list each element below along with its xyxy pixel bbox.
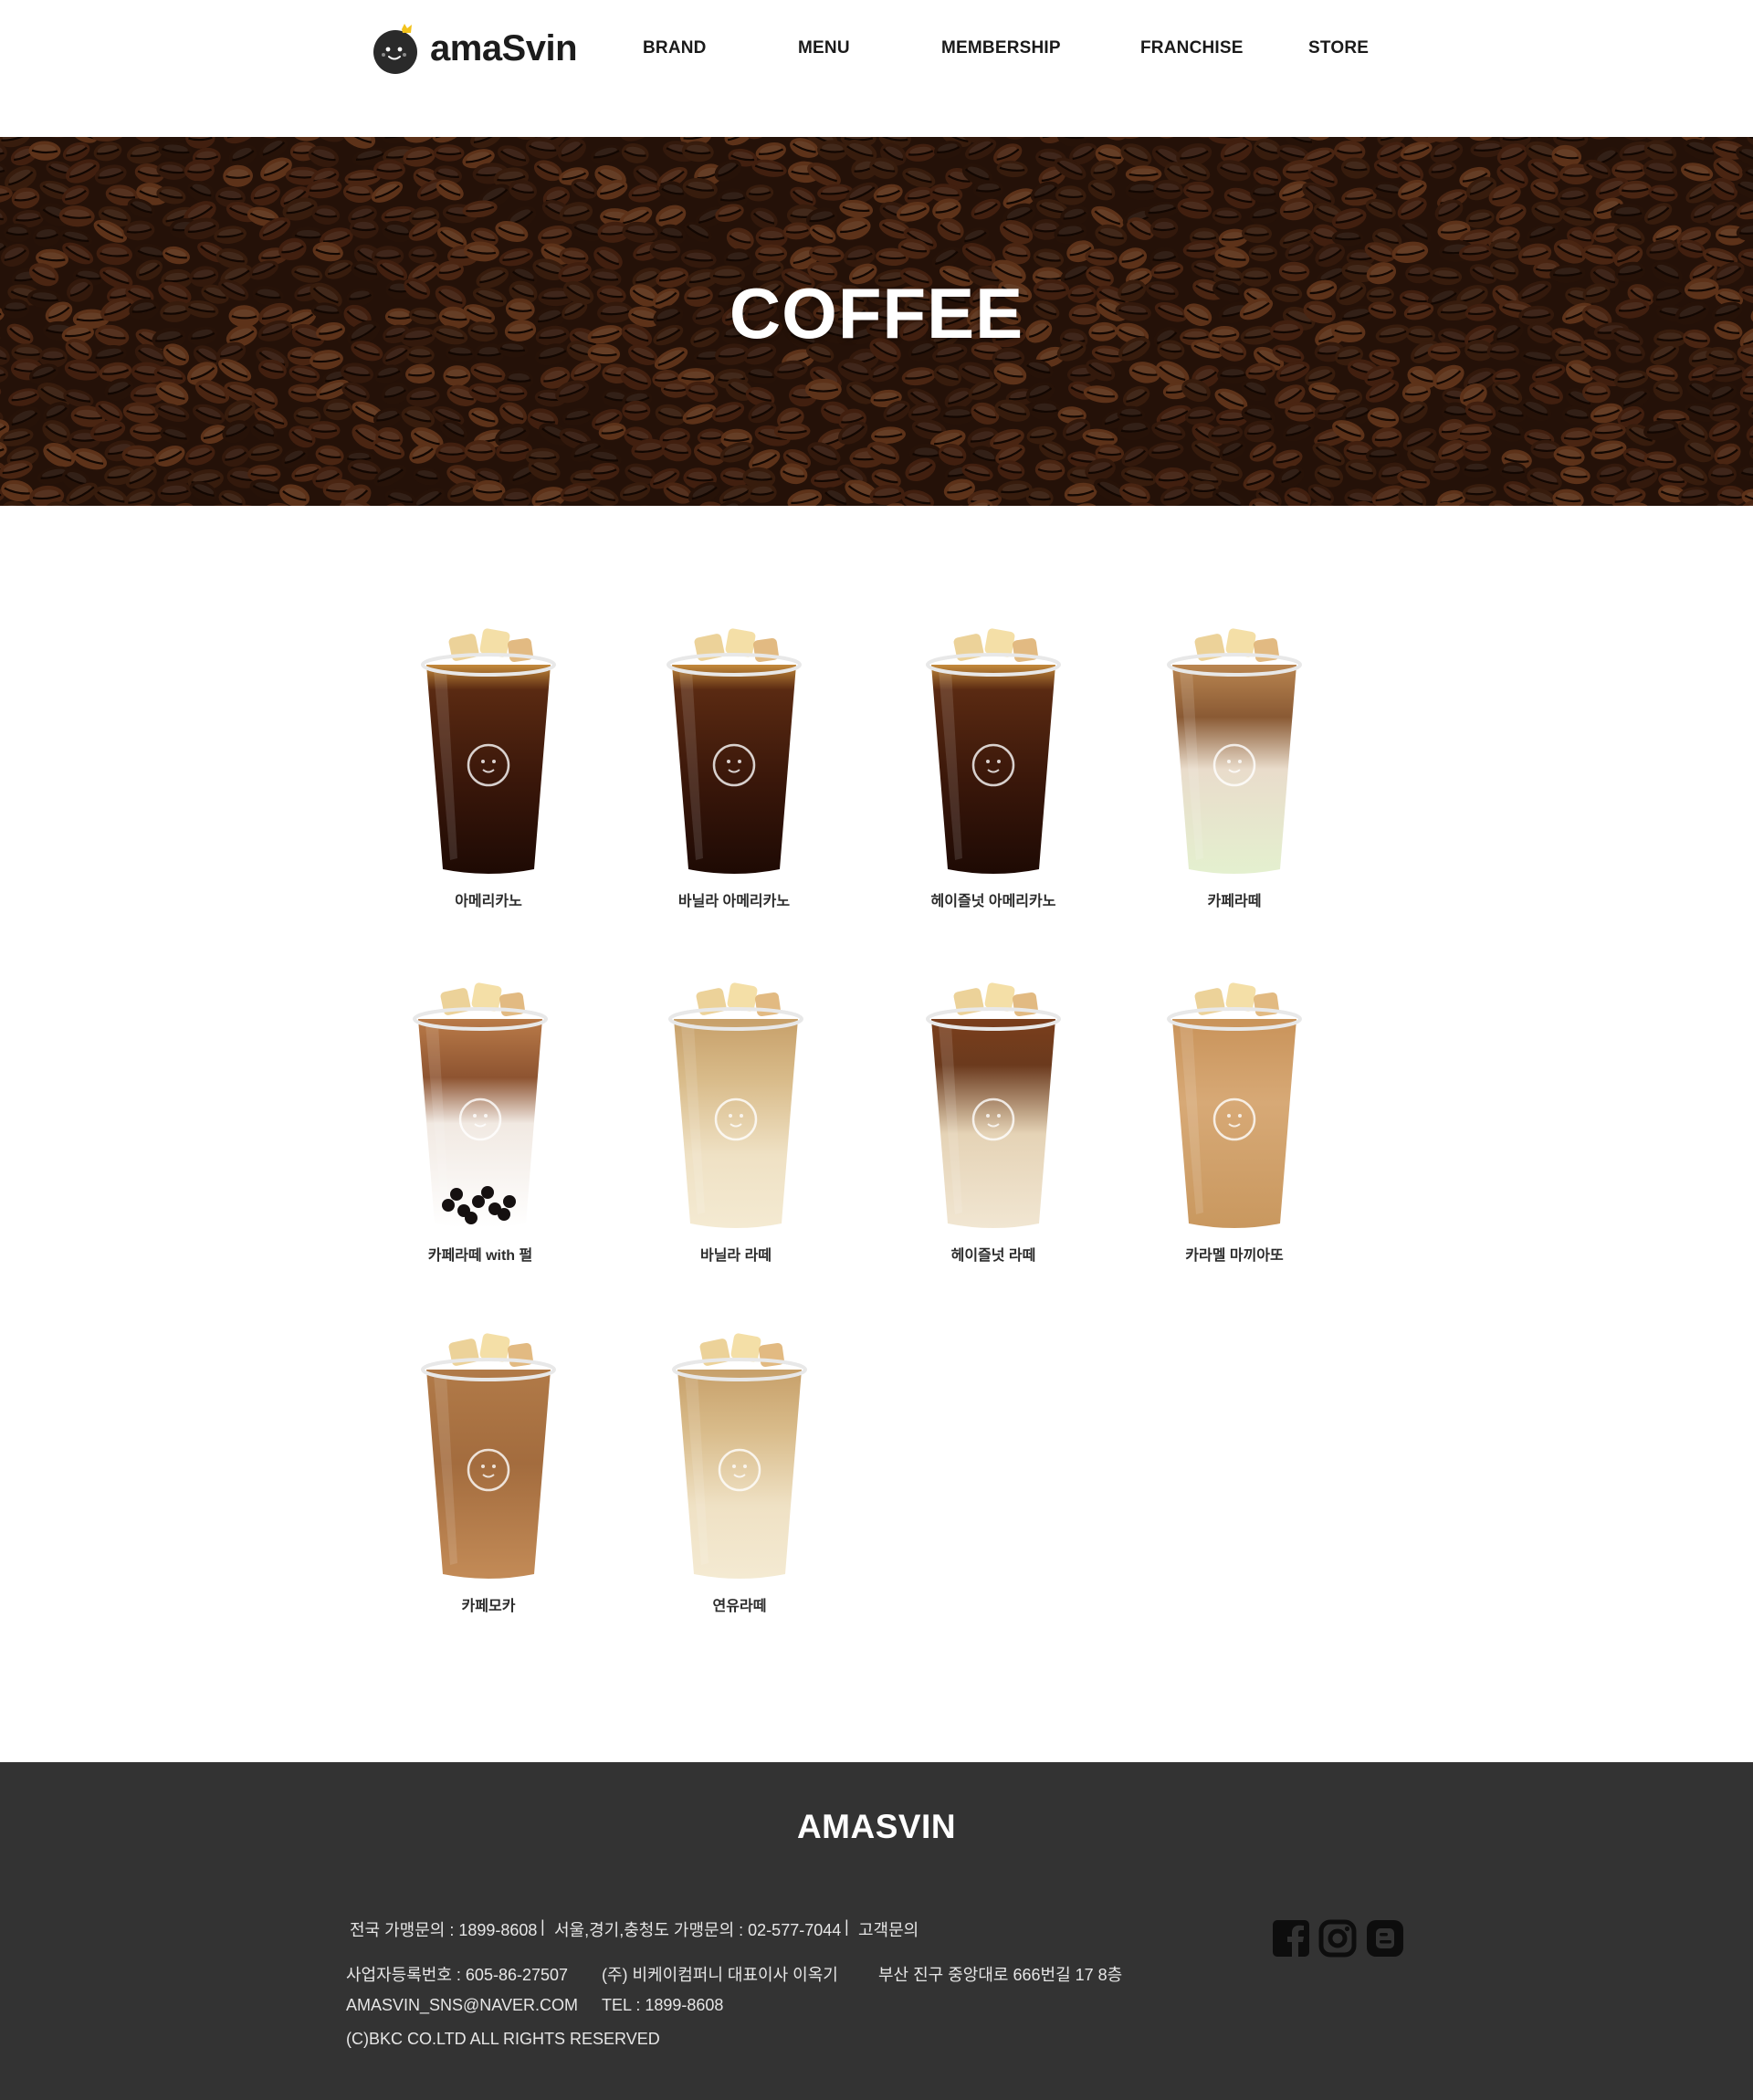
product-card[interactable]: 카페모카 [379, 1317, 598, 1627]
product-name: 카페라떼 [1207, 894, 1262, 909]
footer-brand: AMASVIN [796, 1808, 957, 1845]
franchise-inquiry-region: 서울,경기,충청도 가맹문의 : 02-577-7044 [554, 1921, 842, 1939]
drink-cup-image [926, 982, 1061, 1228]
drink-cup-image [667, 628, 802, 874]
company-representative: (주) 비케이컴퍼니 대표이사 이옥기 [602, 1966, 838, 1984]
product-card[interactable]: 아메리카노 [379, 612, 598, 922]
drink-cup-image [413, 982, 548, 1228]
instagram-icon[interactable] [1318, 1919, 1357, 1958]
product-grid: 아메리카노 바닐라 아메리카노 헤이즐넛 아메리카노 카페라떼 카페라떼 wit… [0, 506, 1753, 1762]
site-footer: AMASVIN 전국 가맹문의 : 1899-8608 | 서울,경기,충청도 … [0, 1762, 1753, 2100]
logo-wordmark: amaSvin [430, 27, 578, 68]
product-name: 바닐라 라떼 [699, 1248, 772, 1264]
customer-inquiry-link[interactable]: 고객문의 [858, 1917, 918, 1941]
drink-cup-image [1167, 982, 1302, 1228]
drink-cup-image [668, 982, 803, 1228]
franchise-inquiry-national: 전국 가맹문의 : 1899-8608 [350, 1921, 538, 1939]
product-card[interactable]: 바닐라 아메리카노 [625, 612, 844, 922]
site-header: amaSvin BRAND MENU MEMBERSHIP FRANCHISE … [0, 0, 1753, 137]
footer-separator: | [541, 1917, 545, 1936]
drink-cup-image [1167, 628, 1302, 874]
drink-cup-image [421, 1333, 556, 1579]
nav-store[interactable]: STORE [1308, 38, 1369, 58]
footer-separator: | [845, 1917, 849, 1936]
drink-cup-image [672, 1333, 807, 1579]
product-name: 바닐라 아메리카노 [677, 894, 791, 909]
nav-membership[interactable]: MEMBERSHIP [941, 38, 1061, 58]
drink-cup-image [421, 628, 556, 874]
product-name: 연유라떼 [712, 1599, 767, 1614]
nav-brand[interactable]: BRAND [643, 38, 707, 58]
company-address: 부산 진구 중앙대로 666번길 17 8층 [878, 1966, 1123, 1984]
product-name: 아메리카노 [455, 894, 522, 909]
product-name: 카라멜 마끼아또 [1185, 1248, 1284, 1264]
category-hero-banner: COFFEE [0, 137, 1753, 506]
site-logo[interactable]: amaSvin [370, 18, 578, 79]
product-name: 헤이즐넛 라떼 [950, 1248, 1036, 1264]
product-card[interactable]: 카페라떼 with 펄 [371, 966, 590, 1276]
product-name: 카페라떼 with 펄 [427, 1248, 533, 1264]
product-name: 헤이즐넛 아메리카노 [930, 894, 1056, 909]
facebook-icon[interactable] [1272, 1919, 1310, 1958]
drink-cup-image [926, 628, 1061, 874]
product-card[interactable]: 연유라떼 [630, 1317, 849, 1627]
contact-email[interactable]: AMASVIN_SNS@NAVER.COM [346, 1996, 578, 2015]
category-title: COFFEE [729, 273, 1024, 353]
blog-icon[interactable] [1366, 1919, 1404, 1958]
copyright: (C)BKC CO.LTD ALL RIGHTS RESERVED [346, 2030, 660, 2048]
nav-menu[interactable]: MENU [798, 38, 850, 58]
product-card[interactable]: 카페라떼 [1125, 612, 1344, 922]
business-registration-number: 사업자등록번호 : 605-86-27507 [346, 1966, 569, 1984]
product-name: 카페모카 [461, 1599, 516, 1614]
contact-tel: TEL : 1899-8608 [602, 1996, 724, 2014]
product-card[interactable]: 카라멜 마끼아또 [1125, 966, 1344, 1276]
logo-character-icon [373, 24, 417, 74]
product-card[interactable]: 헤이즐넛 라떼 [884, 966, 1103, 1276]
product-card[interactable]: 바닐라 라떼 [626, 966, 845, 1276]
product-card[interactable]: 헤이즐넛 아메리카노 [884, 612, 1103, 922]
nav-franchise[interactable]: FRANCHISE [1140, 38, 1244, 58]
